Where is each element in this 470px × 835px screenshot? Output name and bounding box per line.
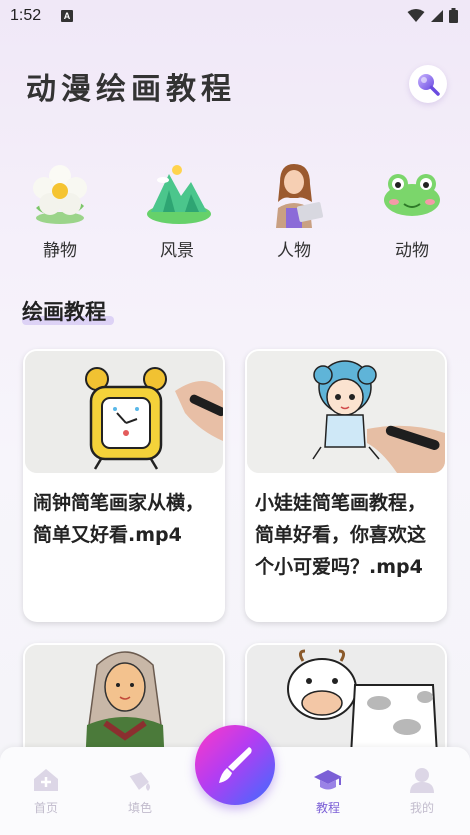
nav-label: 填色 <box>127 801 152 815</box>
card-title: 小娃娃简笔画教程，简单好看，你喜欢这个小可爱吗？.mp4 <box>255 492 427 578</box>
nav-label: 我的 <box>409 801 434 815</box>
person-icon <box>276 164 324 228</box>
category-animals[interactable]: 动物 <box>372 160 452 261</box>
signal-icon <box>431 9 443 22</box>
status-indicators <box>407 8 458 23</box>
card-title: 闹钟简笔画家从横，简单又好看.mp4 <box>33 492 205 546</box>
category-label: 风景 <box>160 241 194 261</box>
notification-icon: A <box>61 10 73 22</box>
video-thumbnail <box>247 351 445 473</box>
category-label: 静物 <box>43 241 77 261</box>
user-icon <box>410 768 434 793</box>
flower-icon <box>33 165 87 224</box>
category-still-life[interactable]: 静物 <box>20 160 100 261</box>
category-people[interactable]: 人物 <box>254 160 334 261</box>
tutorial-card[interactable]: 闹钟简笔画家从横，简单又好看.mp4 <box>23 349 225 622</box>
app-title: 动漫绘画教程 <box>26 72 236 107</box>
nav-label: 教程 <box>315 801 340 815</box>
alarm-clock-drawing <box>25 351 223 473</box>
video-thumbnail <box>25 351 223 473</box>
frog-icon <box>384 174 440 216</box>
draw-fab-button[interactable] <box>195 725 275 805</box>
doll-drawing <box>247 351 445 473</box>
search-button[interactable] <box>409 65 447 103</box>
battery-icon <box>449 8 458 23</box>
nav-profile[interactable]: 我的 <box>392 767 452 816</box>
search-icon <box>418 74 440 96</box>
nav-home[interactable]: 首页 <box>16 767 76 816</box>
nav-coloring[interactable]: 填色 <box>110 767 170 816</box>
landscape-icon <box>147 165 211 224</box>
section-title: 绘画教程 <box>22 300 106 324</box>
home-icon <box>34 769 58 791</box>
status-bar: 1:52 A <box>0 0 470 34</box>
nav-tutorials[interactable]: 教程 <box>298 767 358 816</box>
wifi-icon <box>407 8 425 22</box>
nav-label: 首页 <box>33 801 58 815</box>
paint-bucket-icon <box>129 772 150 791</box>
category-label: 人物 <box>277 241 311 261</box>
graduation-cap-icon <box>314 770 342 790</box>
paintbrush-icon <box>219 747 252 783</box>
tutorial-card[interactable]: 小娃娃简笔画教程，简单好看，你喜欢这个小可爱吗？.mp4 <box>245 349 447 622</box>
category-label: 动物 <box>395 241 429 261</box>
category-landscape[interactable]: 风景 <box>137 160 217 261</box>
status-time: 1:52 <box>10 7 42 24</box>
